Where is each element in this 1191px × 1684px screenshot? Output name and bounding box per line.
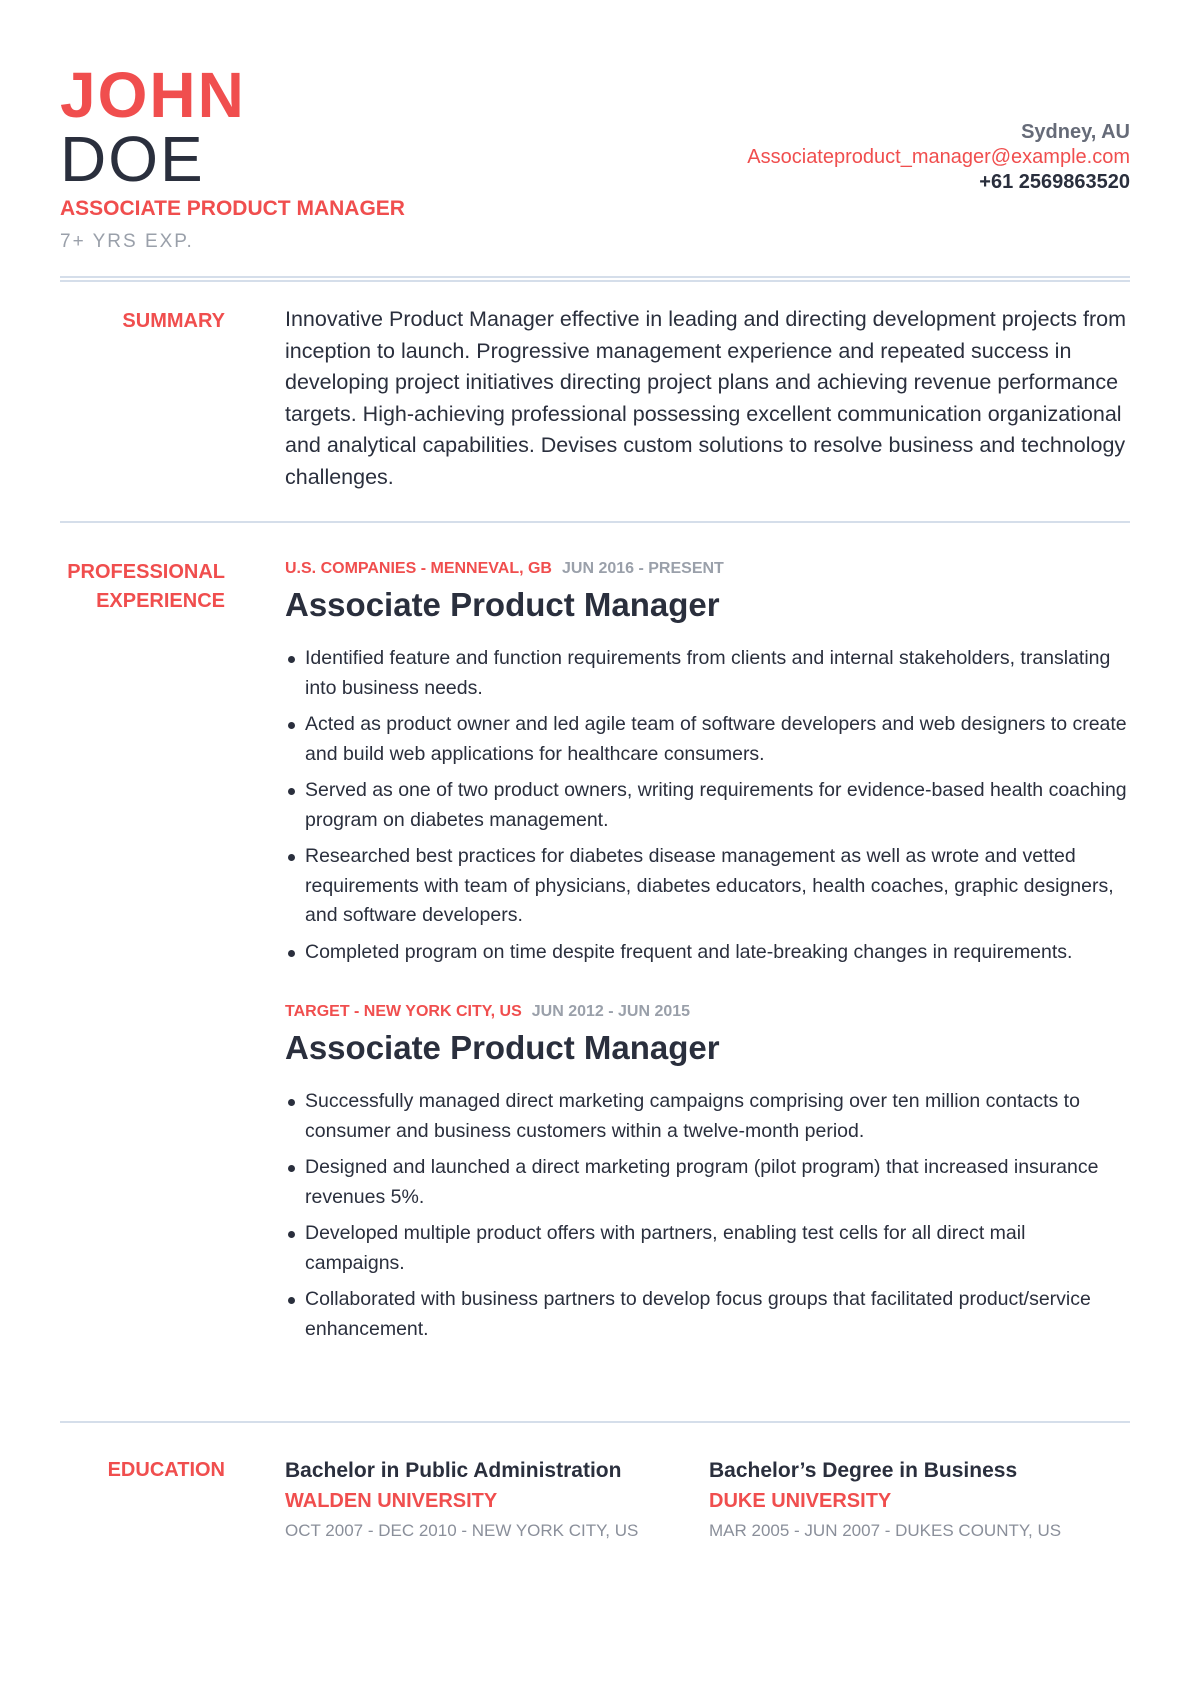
bullet-icon <box>288 722 295 729</box>
education-entry: Bachelor’s Degree in Business DUKE UNIVE… <box>709 1456 1129 1546</box>
bullet-icon <box>288 854 295 861</box>
job-dates: JUN 2012 - JUN 2015 <box>531 1003 691 1020</box>
job-company: U.S. COMPANIES - MENNEVAL, GB <box>285 560 552 577</box>
resume-header: JOHN DOE ASSOCIATE PRODUCT MANAGER 7+ YR… <box>60 0 1130 282</box>
bullet-item: Collaborated with business partners to d… <box>285 1285 1130 1344</box>
last-name: DOE <box>60 123 205 195</box>
education-school: WALDEN UNIVERSITY <box>285 1490 498 1512</box>
experience-label: PROFESSIONAL EXPERIENCE <box>60 558 225 616</box>
job-bullets: Identified feature and function requirem… <box>285 644 1130 967</box>
email-link[interactable]: Associateproduct_manager@example.com <box>747 145 1130 170</box>
bullet-text: Completed program on time despite freque… <box>305 940 1073 963</box>
education-school: DUKE UNIVERSITY <box>709 1490 892 1512</box>
bullet-item: Acted as product owner and led agile tea… <box>285 710 1130 769</box>
experience-label-line1: PROFESSIONAL <box>67 561 225 583</box>
bullet-icon <box>288 1231 295 1238</box>
bullet-item: Identified feature and function requirem… <box>285 644 1130 703</box>
contact-block: Sydney, AU Associateproduct_manager@exam… <box>747 120 1130 195</box>
experience-body: U.S. COMPANIES - MENNEVAL, GB JUN 2016 - … <box>285 558 1130 1351</box>
summary-body: Innovative Product Manager effective in … <box>285 304 1130 493</box>
experience-years: 7+ YRS EXP. <box>60 231 194 252</box>
bullet-text: Researched best practices for diabetes d… <box>305 845 1114 926</box>
job-role: Associate Product Manager <box>285 1029 720 1066</box>
bullet-icon <box>288 1297 295 1304</box>
location: Sydney, AU <box>1021 121 1130 143</box>
bullet-text: Successfully managed direct marketing ca… <box>305 1090 1080 1142</box>
bullet-item: Served as one of two product owners, wri… <box>285 776 1130 835</box>
header-divider <box>60 276 1130 282</box>
bullet-icon <box>288 656 295 663</box>
bullet-item: Developed multiple product offers with p… <box>285 1219 1130 1278</box>
education-degree: Bachelor in Public Administration <box>285 1459 622 1482</box>
bullet-text: Acted as product owner and led agile tea… <box>305 713 1127 765</box>
bullet-item: Successfully managed direct marketing ca… <box>285 1087 1130 1146</box>
job-role: Associate Product Manager <box>285 586 720 623</box>
job-bullets: Successfully managed direct marketing ca… <box>285 1087 1130 1344</box>
bullet-text: Served as one of two product owners, wri… <box>305 779 1127 831</box>
job-company: TARGET - NEW YORK CITY, US <box>285 1003 522 1020</box>
education-details: OCT 2007 - DEC 2010 - NEW YORK CITY, US <box>285 1521 639 1540</box>
education-entry: Bachelor in Public Administration WALDEN… <box>285 1456 705 1546</box>
bullet-item: Researched best practices for diabetes d… <box>285 842 1130 931</box>
bullet-text: Designed and launched a direct marketing… <box>305 1156 1099 1208</box>
bullet-icon <box>288 1099 295 1106</box>
bullet-text: Identified feature and function requirem… <box>305 647 1111 699</box>
education-label: EDUCATION <box>107 1459 225 1481</box>
section-divider <box>60 1421 1130 1423</box>
section-divider <box>60 521 1130 523</box>
job-meta: TARGET - NEW YORK CITY, US JUN 2012 - JUN… <box>285 1001 1130 1023</box>
bullet-text: Collaborated with business partners to d… <box>305 1288 1091 1340</box>
headline-title: ASSOCIATE PRODUCT MANAGER <box>60 197 405 220</box>
first-name: JOHN <box>60 59 246 131</box>
bullet-item: Completed program on time despite freque… <box>285 938 1130 968</box>
resume-page: JOHN DOE ASSOCIATE PRODUCT MANAGER 7+ YR… <box>60 0 1130 1540</box>
job-meta: U.S. COMPANIES - MENNEVAL, GB JUN 2016 - … <box>285 558 1130 580</box>
bullet-icon <box>288 788 295 795</box>
experience-label-line2: EXPERIENCE <box>96 590 225 612</box>
bullet-icon <box>288 949 295 957</box>
summary-text: Innovative Product Manager effective in … <box>285 307 1126 489</box>
job-dates: JUN 2016 - PRESENT <box>561 560 724 577</box>
bullet-text: Developed multiple product offers with p… <box>305 1222 1026 1274</box>
summary-label: SUMMARY <box>122 310 225 332</box>
bullet-item: Designed and launched a direct marketing… <box>285 1153 1130 1212</box>
job-entry: TARGET - NEW YORK CITY, US JUN 2012 - JUN… <box>285 1001 1130 1344</box>
education-details: MAR 2005 - JUN 2007 - DUKES COUNTY, US <box>709 1521 1062 1540</box>
education-degree: Bachelor’s Degree in Business <box>709 1459 1018 1482</box>
phone-number: +61 2569863520 <box>979 171 1130 193</box>
bullet-icon <box>288 1165 295 1172</box>
job-entry: U.S. COMPANIES - MENNEVAL, GB JUN 2016 - … <box>285 558 1130 967</box>
